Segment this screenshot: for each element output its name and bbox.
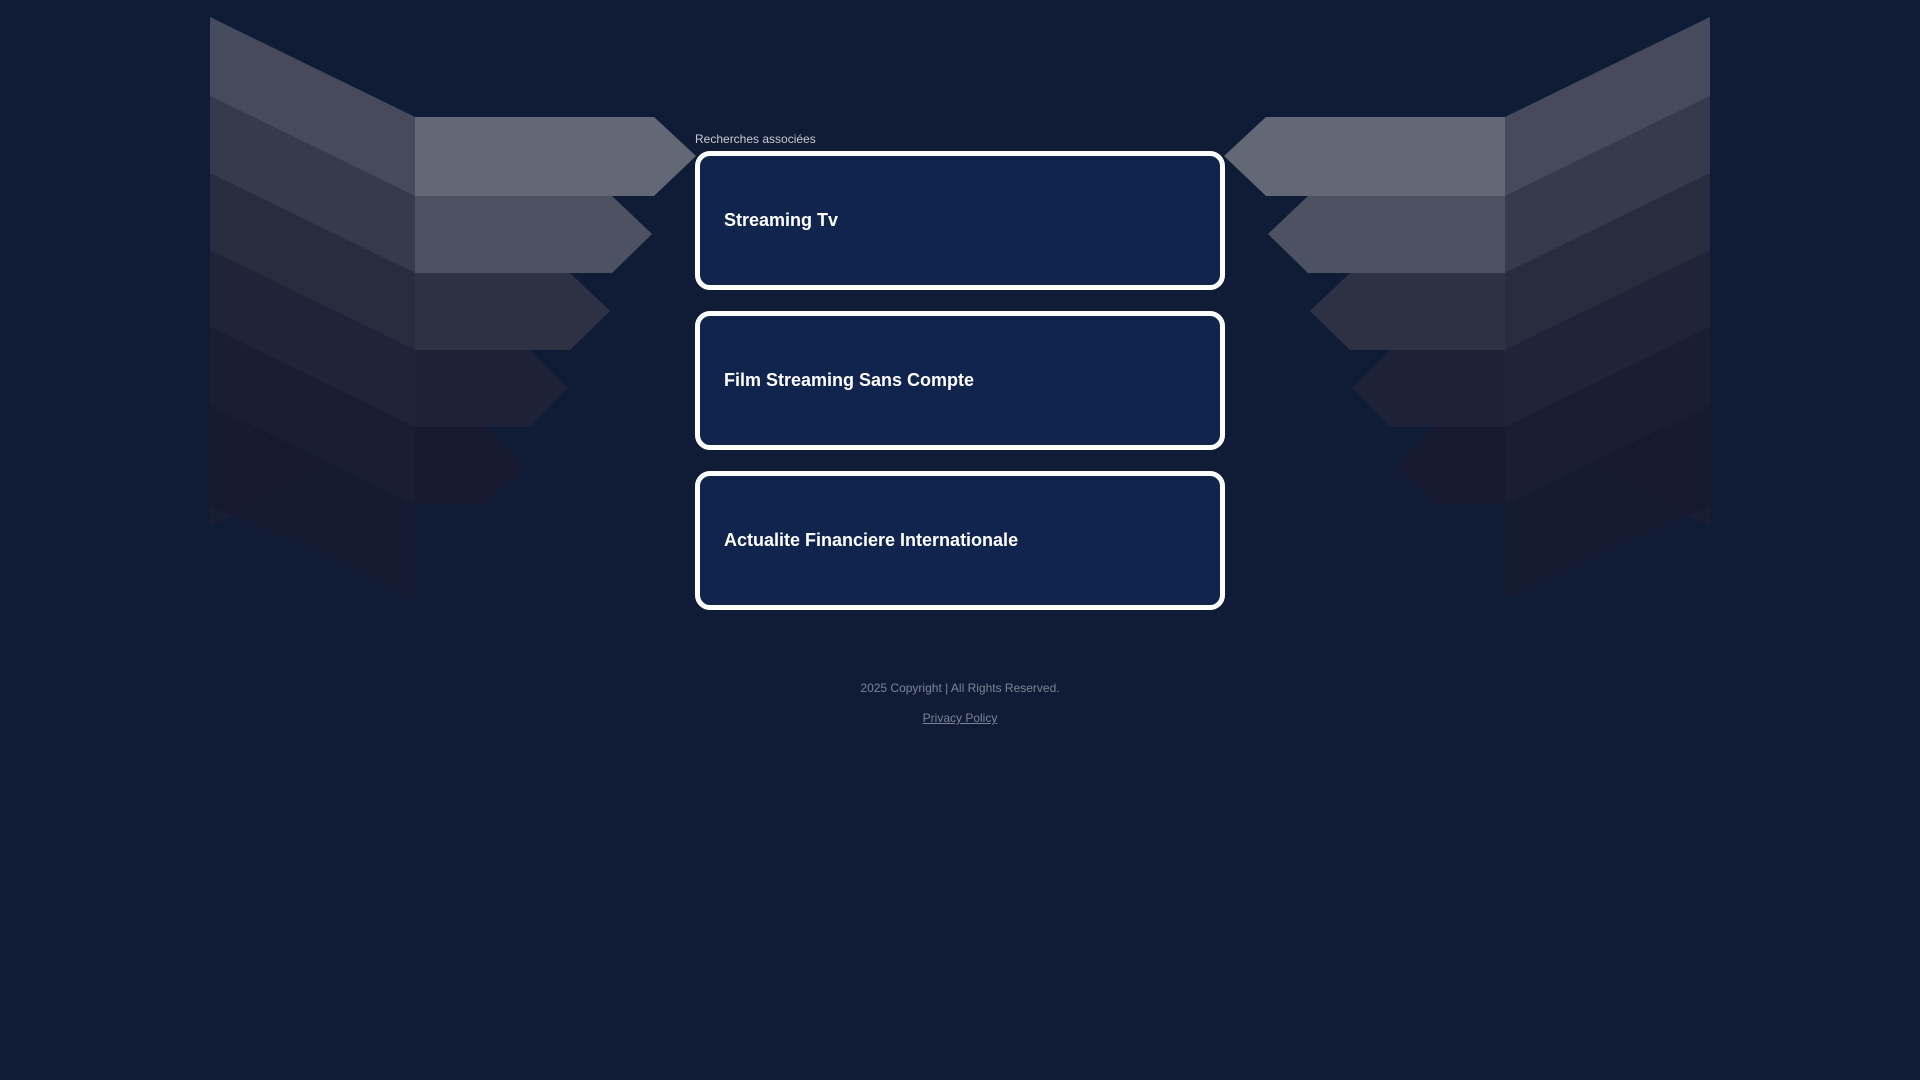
related-searches-heading: Recherches associées <box>695 132 816 146</box>
related-link-label: Streaming Tv <box>724 210 839 230</box>
related-link-label: Actualite Financiere Internationale <box>724 530 1019 550</box>
page-footer: 2025 Copyright | All Rights Reserved. Pr… <box>0 680 1920 726</box>
related-link-film-streaming-sans-compte[interactable]: Film Streaming Sans Compte <box>695 311 1225 450</box>
related-link-label: Film Streaming Sans Compte <box>724 370 975 390</box>
related-link-actualite-financiere[interactable]: Actualite Financiere Internationale <box>695 471 1225 610</box>
copyright-text: 2025 Copyright | All Rights Reserved. <box>860 681 1060 695</box>
related-link-streaming-tv[interactable]: Streaming Tv <box>695 151 1225 290</box>
related-searches-panel: Recherches associées Streaming Tv Film S… <box>695 130 1225 631</box>
privacy-policy-link[interactable]: Privacy Policy <box>923 710 998 726</box>
